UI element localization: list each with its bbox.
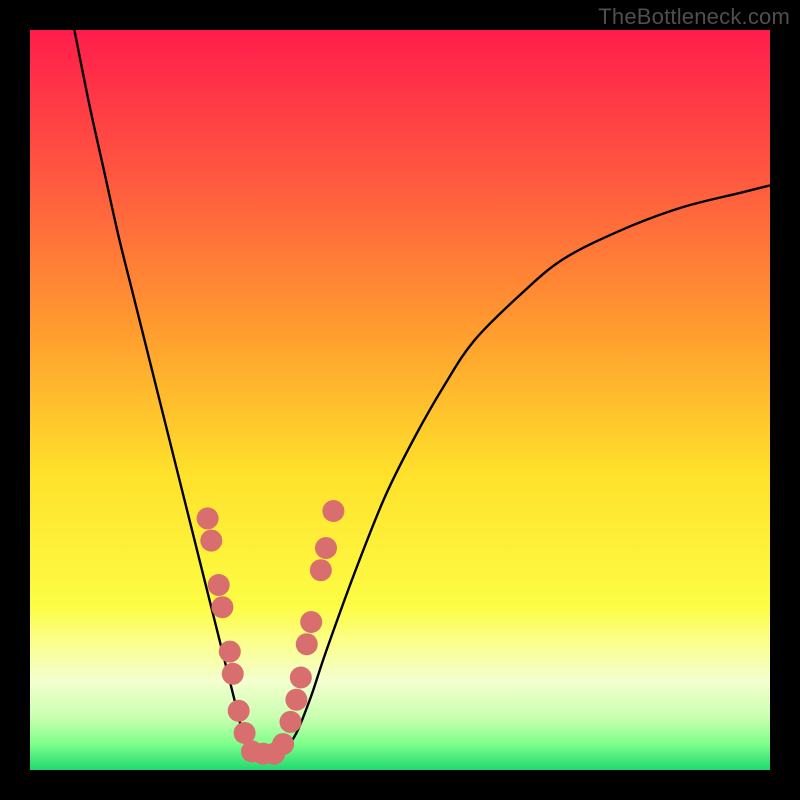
curve-right-branch [282,185,770,755]
bead-marker [279,711,301,733]
bead-marker [200,530,222,552]
bead-marker [300,611,322,633]
bead-marker [211,596,233,618]
curve-layer [30,30,770,770]
bead-marker [222,663,244,685]
bead-marker [290,667,312,689]
plot-area [30,30,770,770]
bead-marker [219,641,241,663]
bead-marker [272,733,294,755]
bead-marker [310,559,332,581]
bead-marker [322,500,344,522]
bead-marker [285,689,307,711]
watermark-text: TheBottleneck.com [598,4,790,30]
bead-marker [228,700,250,722]
bead-marker [208,574,230,596]
bead-marker [315,537,337,559]
bead-marker [296,633,318,655]
bead-marker [197,507,219,529]
chart-frame: TheBottleneck.com [0,0,800,800]
